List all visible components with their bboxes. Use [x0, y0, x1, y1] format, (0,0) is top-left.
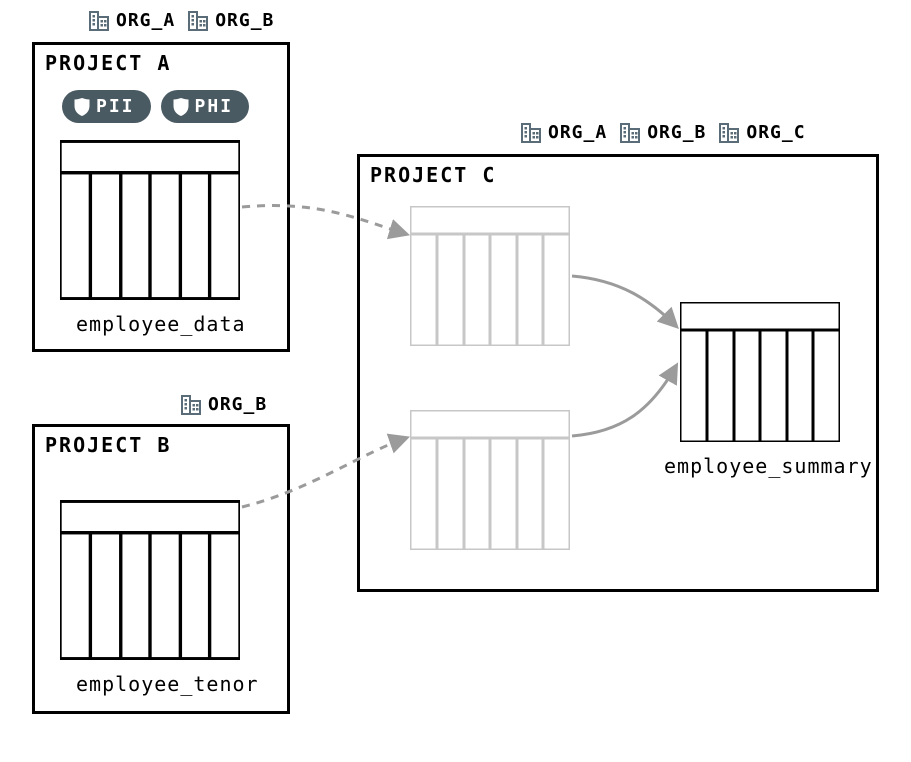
- org-label: ORG_B: [215, 10, 274, 31]
- project-b-orgs: ORG_B: [180, 392, 267, 416]
- org-badge: ORG_B: [180, 392, 267, 416]
- building-icon: [718, 120, 742, 144]
- table-label: employee_summary: [664, 454, 873, 478]
- project-title: PROJECT A: [45, 51, 171, 75]
- tag-label: PHI: [195, 96, 234, 117]
- org-label: ORG_B: [208, 394, 267, 415]
- org-badge: ORG_B: [619, 120, 706, 144]
- table-label: employee_tenor: [76, 672, 259, 696]
- tag-pill: PII: [62, 90, 151, 123]
- building-icon: [180, 392, 204, 416]
- org-label: ORG_A: [548, 122, 607, 143]
- table-icon-faded: [410, 410, 570, 550]
- building-icon: [88, 8, 112, 32]
- org-badge: ORG_B: [187, 8, 274, 32]
- table-icon: [60, 500, 240, 660]
- project-title: PROJECT B: [45, 433, 171, 457]
- shield-icon: [173, 98, 189, 116]
- project-a-tags: PII PHI: [62, 90, 249, 123]
- shield-icon: [74, 98, 90, 116]
- org-badge: ORG_A: [520, 120, 607, 144]
- org-label: ORG_A: [116, 10, 175, 31]
- org-badge: ORG_A: [88, 8, 175, 32]
- table-icon-faded: [410, 206, 570, 346]
- tag-pill: PHI: [161, 90, 250, 123]
- project-a-orgs: ORG_A ORG_B: [88, 8, 274, 32]
- table-icon: [680, 302, 840, 442]
- building-icon: [619, 120, 643, 144]
- tag-label: PII: [96, 96, 135, 117]
- org-label: ORG_C: [746, 122, 805, 143]
- diagram-canvas: ORG_A ORG_B ORG_B ORG_A ORG_B ORG_C PROJ…: [0, 0, 911, 762]
- project-c-orgs: ORG_A ORG_B ORG_C: [520, 120, 806, 144]
- table-icon: [60, 140, 240, 300]
- org-badge: ORG_C: [718, 120, 805, 144]
- org-label: ORG_B: [647, 122, 706, 143]
- building-icon: [187, 8, 211, 32]
- table-label: employee_data: [76, 312, 246, 336]
- project-title: PROJECT C: [370, 163, 496, 187]
- building-icon: [520, 120, 544, 144]
